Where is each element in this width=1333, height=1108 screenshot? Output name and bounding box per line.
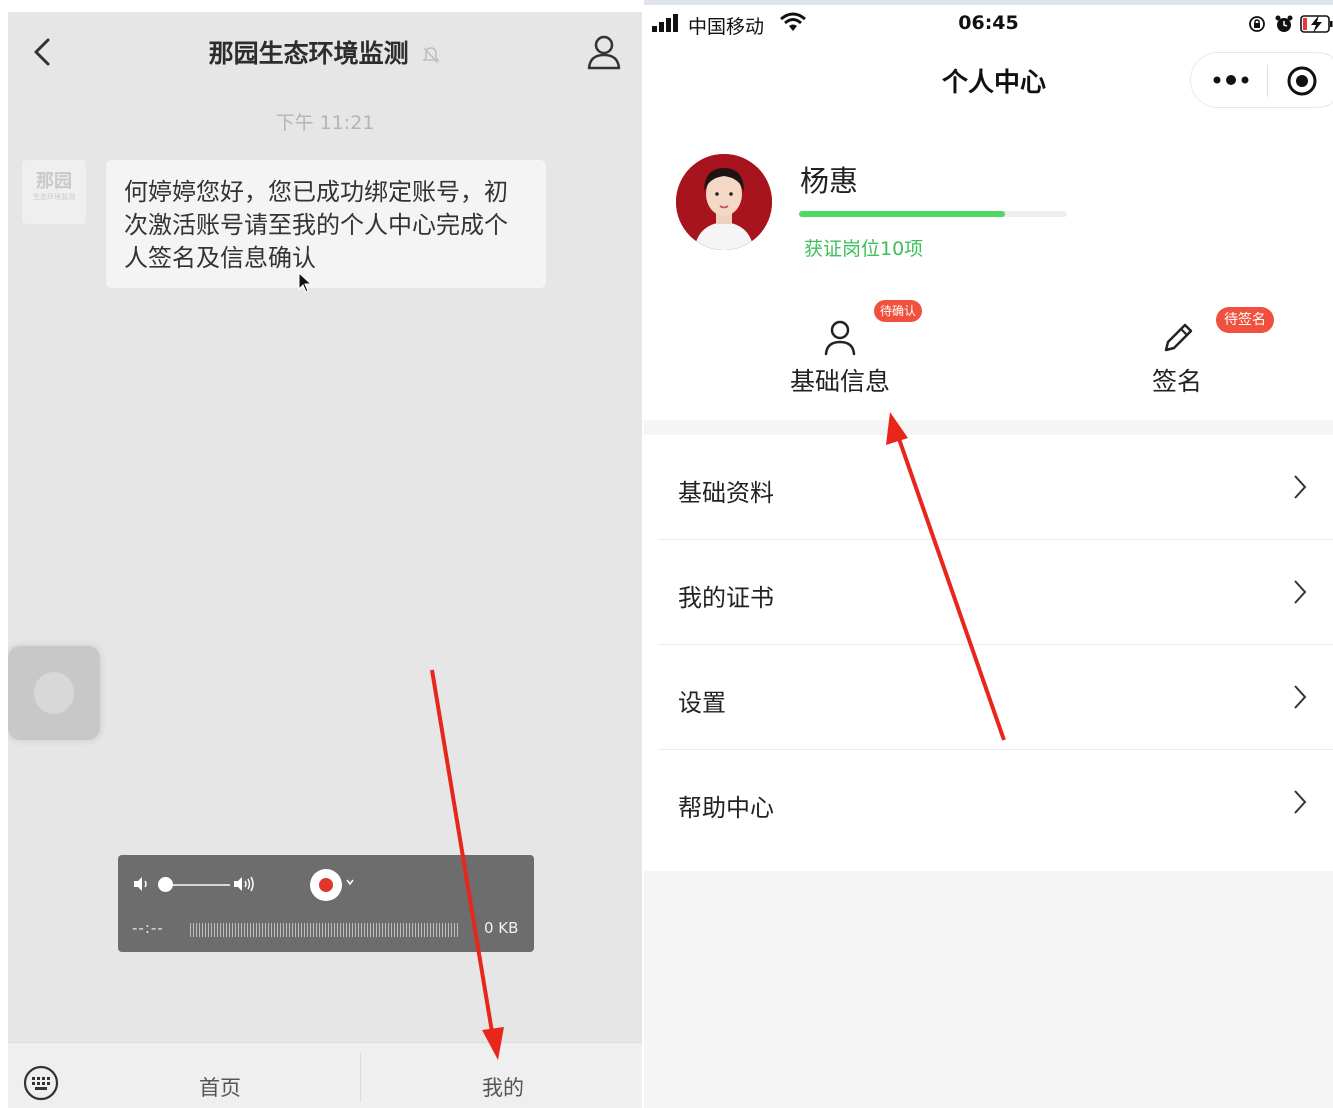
menu-item-label: 我的证书 [678, 584, 774, 612]
signature-label: 签名 [1151, 367, 1202, 396]
pending-confirm-badge: 待确认 [874, 300, 923, 322]
avatar-subtext: 生态环境监测 [33, 193, 75, 201]
volume-low-icon[interactable] [132, 875, 150, 893]
mute-icon [422, 47, 441, 64]
message-bubble[interactable]: 何婷婷您好，您已成功绑定账号，初次激活账号请至我的个人中心完成个人签名及信息确认 [106, 160, 546, 288]
menu-item-label: 设置 [678, 689, 726, 717]
basic-info-entry[interactable]: 基础信息 [760, 312, 920, 402]
chevron-right-icon [1294, 790, 1307, 814]
menu-tab-mine[interactable]: 我的 [466, 1072, 540, 1102]
profile-progress-bar [799, 211, 1067, 217]
menu-divider [360, 1052, 361, 1102]
close-miniprogram-icon[interactable] [1286, 65, 1318, 97]
battery-charging-icon [1300, 15, 1333, 33]
blurred-thumbnail[interactable] [8, 646, 100, 740]
pen-icon [1164, 323, 1193, 352]
user-portrait [676, 154, 772, 250]
volume-high-icon[interactable] [232, 875, 260, 893]
record-icon[interactable] [310, 869, 342, 901]
menu-tab-home[interactable]: 首页 [183, 1072, 257, 1102]
person-icon [824, 320, 856, 356]
pending-sign-badge: 待签名 [1216, 307, 1274, 333]
chevron-right-icon [1294, 685, 1307, 709]
chevron-down-icon[interactable] [345, 877, 355, 887]
status-bar: 中国移动 06:45 [644, 8, 1333, 42]
menu-item-label: 帮助中心 [678, 794, 774, 822]
user-avatar[interactable] [676, 154, 772, 250]
chat-title: 那园生态环境监测 [8, 34, 642, 70]
screen-recorder-panel: --:-- 0 KB [118, 855, 534, 952]
settings-menu: 基础资料 我的证书 设置 帮助中心 [644, 435, 1333, 871]
volume-slider-track[interactable] [170, 884, 230, 886]
menu-item-settings[interactable]: 设置 [658, 645, 1333, 750]
alarm-icon [1275, 15, 1293, 32]
certified-positions-text: 获证岗位10项 [804, 238, 924, 260]
bottom-menu-bar [8, 1042, 642, 1108]
recording-elapsed: --:-- [132, 919, 164, 937]
basic-info-label: 基础信息 [789, 367, 890, 396]
audio-level-bar [190, 923, 460, 937]
keyboard-icon[interactable] [22, 1064, 60, 1102]
user-name: 杨惠 [800, 164, 859, 198]
recording-size: 0 KB [484, 919, 519, 937]
chat-title-text: 那园生态环境监测 [208, 39, 409, 68]
menu-item-help-center[interactable]: 帮助中心 [658, 750, 1333, 855]
miniprogram-capsule [1190, 52, 1333, 108]
personal-center-screen: 中国移动 06:45 个人中心 杨惠 获证岗位10项 基础信息 待确认 签名 待… [644, 0, 1333, 1108]
more-icon[interactable] [1211, 69, 1251, 91]
menu-item-label: 基础资料 [678, 479, 774, 507]
status-time: 06:45 [958, 12, 1019, 34]
mouse-cursor-icon [298, 272, 313, 293]
rotation-lock-icon [1249, 16, 1265, 32]
menu-item-my-certificates[interactable]: 我的证书 [658, 540, 1333, 645]
profile-progress-fill [799, 211, 1006, 217]
profile-icon[interactable] [586, 32, 622, 72]
chevron-right-icon [1294, 475, 1307, 499]
sender-avatar[interactable]: 那园 生态环境监测 [22, 160, 86, 224]
avatar-text: 那园 [36, 171, 72, 192]
wechat-chat-screen: 那园生态环境监测 下午 11:21 那园 生态环境监测 何婷婷您好，您已成功绑定… [8, 12, 642, 1108]
menu-item-basic-data[interactable]: 基础资料 [658, 435, 1333, 540]
chevron-right-icon [1294, 580, 1307, 604]
message-timestamp: 下午 11:21 [275, 112, 375, 134]
volume-slider-knob[interactable] [158, 877, 173, 892]
